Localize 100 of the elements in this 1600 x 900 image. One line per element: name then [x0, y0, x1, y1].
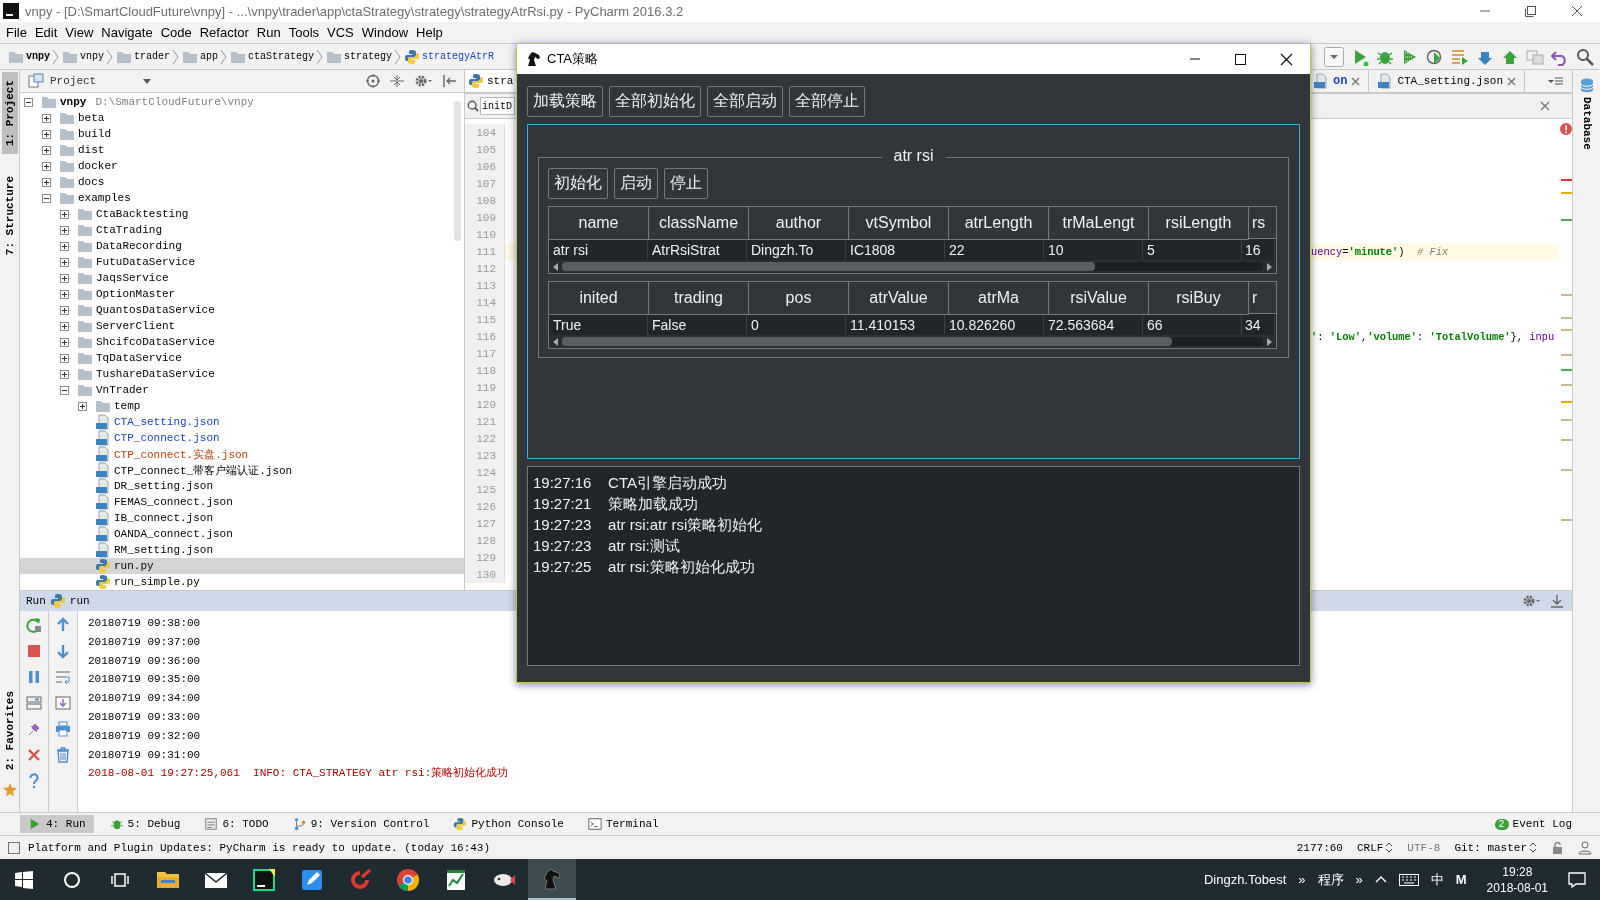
layout-icon[interactable] — [26, 695, 42, 711]
tool-window-button[interactable]: 9: Version Control — [284, 815, 438, 833]
arrow-down-icon[interactable] — [55, 643, 71, 659]
clock-date[interactable]: 2018-08-01 — [1486, 879, 1548, 896]
tree-row[interactable]: OANDA_connect.json — [20, 526, 464, 542]
plus-box-icon[interactable] — [60, 337, 69, 347]
minus-box-icon[interactable] — [24, 97, 33, 107]
column-header[interactable]: author — [749, 207, 849, 240]
column-header[interactable]: name — [549, 207, 649, 240]
gear-icon[interactable] — [1522, 594, 1540, 608]
column-header[interactable]: rsiLength — [1149, 207, 1249, 240]
scrollbar-thumb[interactable] — [562, 262, 1095, 271]
column-header[interactable]: inited — [549, 282, 649, 315]
breadcrumb-item[interactable]: strategy — [344, 51, 393, 62]
caret-position[interactable]: 2177:60 — [1296, 841, 1343, 854]
hide-panel-icon[interactable] — [442, 74, 456, 88]
plus-box-icon[interactable] — [60, 209, 69, 219]
menu-item[interactable]: Refactor — [195, 25, 253, 40]
line-separator-selector[interactable]: CRLF — [1356, 841, 1384, 854]
scrollbar-thumb[interactable] — [562, 337, 1172, 346]
arrow-right-icon[interactable] — [1266, 336, 1273, 347]
input-mode-indicator[interactable]: M — [1455, 872, 1467, 887]
plus-box-icon[interactable] — [42, 177, 51, 187]
editor-tab[interactable]: stra — [465, 70, 518, 92]
tray-item[interactable]: » — [1355, 872, 1363, 887]
taskbar-app[interactable] — [528, 859, 576, 900]
tree-row[interactable]: build — [20, 126, 464, 142]
tray-item[interactable]: » — [1298, 872, 1306, 887]
tab-list-icon[interactable] — [1548, 75, 1564, 87]
minus-box-icon[interactable] — [60, 385, 69, 395]
tree-row[interactable]: FEMAS_connect.json — [20, 494, 464, 510]
menu-item[interactable]: Run — [252, 25, 285, 40]
tree-row[interactable]: TqDataService — [20, 350, 464, 366]
run-list-icon[interactable] — [1451, 47, 1469, 66]
column-header[interactable]: atrLength — [949, 207, 1049, 240]
tree-row[interactable]: OptionMaster — [20, 286, 464, 302]
tree-row[interactable]: dist — [20, 142, 464, 158]
breadcrumb-item[interactable]: app — [200, 51, 219, 62]
toolbar-label[interactable]: Dingzh.Tobest — [1203, 872, 1287, 887]
chevron-up-icon[interactable] — [1374, 875, 1387, 884]
event-log-button[interactable]: 2 Event Log — [1486, 816, 1580, 832]
run-config-tab[interactable]: run — [69, 595, 90, 607]
tree-row[interactable]: CTA_setting.json — [20, 414, 464, 430]
strategy-button[interactable]: 初始化 — [548, 168, 608, 199]
column-header[interactable]: trading — [649, 282, 749, 315]
keyboard-icon[interactable] — [1398, 873, 1419, 886]
tray-item[interactable]: 程序 — [1317, 870, 1344, 889]
tool-window-button[interactable]: Terminal — [579, 815, 667, 833]
action-button[interactable]: 加载策略 — [527, 86, 603, 117]
tree-row[interactable]: run.py — [20, 558, 464, 574]
plus-box-icon[interactable] — [42, 161, 51, 171]
arrow-left-icon[interactable] — [552, 336, 559, 347]
search-field[interactable]: initD — [480, 97, 515, 115]
tree-row[interactable]: beta — [20, 110, 464, 126]
profile-icon[interactable] — [1426, 47, 1444, 66]
menu-item[interactable]: Help — [412, 25, 447, 40]
tree-row[interactable]: docs — [20, 174, 464, 190]
menu-item[interactable]: File — [2, 25, 31, 40]
breadcrumb-item[interactable]: trader — [134, 51, 171, 62]
tree-row[interactable]: CTP_connect_带客户端认证.json — [20, 462, 464, 478]
column-header[interactable]: vtSymbol — [849, 207, 949, 240]
collapse-icon[interactable] — [390, 74, 404, 88]
plus-box-icon[interactable] — [60, 273, 69, 283]
tool-window-button[interactable]: Python Console — [445, 815, 572, 833]
breadcrumb-item[interactable]: ctaStrategy — [248, 51, 315, 62]
tree-row[interactable]: docker — [20, 158, 464, 174]
menu-item[interactable]: View — [61, 25, 98, 40]
scroll-to-end-icon[interactable] — [55, 695, 71, 711]
breadcrumb-item[interactable]: strategyAtrR — [422, 51, 495, 62]
menu-item[interactable]: Navigate — [97, 25, 157, 40]
column-header[interactable]: rsiValue — [1049, 282, 1149, 315]
hide-panel-icon[interactable] — [1550, 594, 1564, 608]
tree-row[interactable]: CtaBacktesting — [20, 206, 464, 222]
dropdown-icon[interactable] — [1324, 46, 1344, 67]
tool-window-tab[interactable]: 1: Project — [1, 72, 18, 154]
column-header[interactable]: atrMa — [949, 282, 1049, 315]
plus-box-icon[interactable] — [60, 353, 69, 363]
editor-tab[interactable]: on — [1311, 70, 1370, 92]
action-button[interactable]: 全部初始化 — [609, 86, 701, 117]
column-header[interactable]: atrValue — [849, 282, 949, 315]
trash-icon[interactable] — [55, 747, 71, 763]
column-header[interactable]: trMaLengt — [1049, 207, 1149, 240]
tree-row[interactable]: run_simple.py — [20, 574, 464, 590]
plus-box-icon[interactable] — [60, 257, 69, 267]
up-down-icon[interactable] — [1385, 842, 1394, 853]
tree-row[interactable]: FutuDataService — [20, 254, 464, 270]
tree-row[interactable]: QuantosDataService — [20, 302, 464, 318]
plus-box-icon[interactable] — [42, 129, 51, 139]
plus-box-icon[interactable] — [78, 401, 87, 411]
up-down-icon[interactable] — [1529, 842, 1537, 853]
column-header[interactable]: r — [1249, 282, 1276, 314]
tree-row[interactable]: TushareDataService — [20, 366, 464, 382]
input-method-indicator[interactable]: 中 — [1430, 870, 1444, 889]
pin-icon[interactable] — [26, 721, 42, 737]
caret-icon[interactable] — [142, 77, 152, 85]
tree-row[interactable]: VnTrader — [20, 382, 464, 398]
rerun-icon[interactable] — [26, 617, 42, 633]
tool-window-tab[interactable]: 2: Favorites — [1, 682, 18, 778]
editor-tab[interactable]: CTA_setting.json — [1369, 70, 1526, 92]
gear-icon[interactable] — [414, 74, 432, 88]
